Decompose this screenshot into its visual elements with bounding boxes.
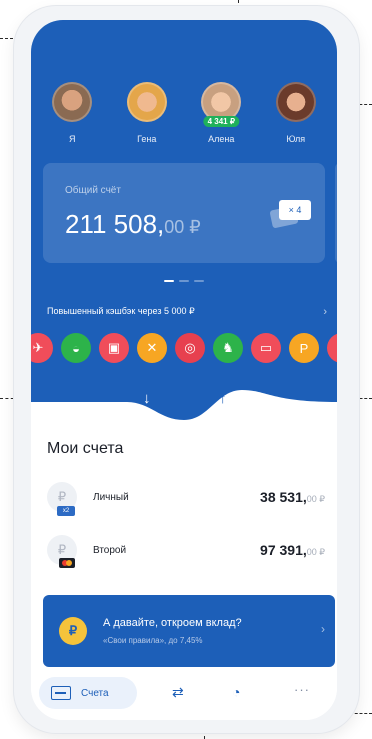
- avatar: [275, 82, 316, 122]
- bottom-tab-bar: Счета ⇄ ◔ ···: [31, 668, 337, 720]
- wave-divider: [31, 390, 337, 440]
- cashback-banner[interactable]: Повышенный кэшбэк через 5 000 ₽ ›: [47, 306, 327, 318]
- cashback-categories: ✈ ◒ ▣ ✕ ◎ ♞ ▭ P ▤: [31, 333, 337, 363]
- ruble-icon: ₽ x2: [47, 482, 77, 516]
- next-card-peek[interactable]: [335, 163, 337, 263]
- amount-cents: 00 ₽: [306, 547, 325, 557]
- contacts-row: Я Гена 4 341 ₽ Алена Юля: [31, 82, 337, 144]
- more-icon[interactable]: ···: [294, 682, 310, 697]
- deposit-promo-banner[interactable]: ₽ А давайте, откроем вклад? «Свои правил…: [43, 595, 335, 667]
- carousel-dot: [164, 280, 174, 282]
- contact-name: Гена: [137, 134, 157, 144]
- arrow-down-icon[interactable]: ↓: [143, 390, 151, 407]
- carousel-dot: [179, 280, 189, 282]
- tab-label: Счета: [81, 687, 109, 699]
- annotation-line: [350, 713, 372, 714]
- cards-stack-icon[interactable]: × 4: [269, 198, 311, 229]
- account-name: Личный: [93, 491, 129, 503]
- money-bag-icon: ₽: [59, 617, 87, 645]
- account-row-second[interactable]: ₽ Второй 97 391,00 ₽: [47, 533, 325, 568]
- contact-alena[interactable]: 4 341 ₽ Алена: [191, 82, 251, 144]
- promo-title: А давайте, откроем вклад?: [103, 617, 242, 629]
- app-screen: Я Гена 4 341 ₽ Алена Юля Общий счёт 211 …: [31, 20, 337, 720]
- amount-main: 38 531,: [260, 489, 307, 505]
- train-icon[interactable]: ▣: [99, 333, 129, 363]
- ruble-icon: ₽: [47, 535, 77, 568]
- monitor-icon[interactable]: ▭: [251, 333, 281, 363]
- transfers-icon[interactable]: ⇄: [172, 684, 184, 701]
- promo-subtitle: «Свои правила», до 7,45%: [103, 636, 203, 645]
- analytics-pie-icon[interactable]: ◔: [232, 684, 240, 700]
- contact-yulia[interactable]: Юля: [266, 82, 326, 144]
- account-amount: 38 531,00 ₽: [260, 489, 325, 505]
- cashback-text: Повышенный кэшбэк через 5 000 ₽: [47, 306, 195, 316]
- plane-icon[interactable]: ✈: [31, 333, 53, 363]
- parking-icon[interactable]: P: [289, 333, 319, 363]
- amount-cents: 00 ₽: [306, 494, 325, 504]
- account-label: Общий счёт: [65, 185, 121, 196]
- book-icon[interactable]: ▤: [327, 333, 337, 363]
- tab-accounts[interactable]: Счета: [39, 677, 137, 709]
- balance-cents: 00 ₽: [164, 217, 201, 237]
- avatar: [126, 82, 167, 122]
- amount-main: 97 391,: [260, 542, 307, 558]
- contact-me[interactable]: Я: [42, 82, 102, 144]
- contact-gena[interactable]: Гена: [117, 82, 177, 144]
- balance-main: 211 508,: [65, 209, 165, 239]
- section-title: Мои счета: [47, 440, 124, 457]
- burger-icon[interactable]: ◒: [61, 333, 91, 363]
- cards-count: × 4: [279, 200, 311, 220]
- carousel-indicator: [31, 280, 337, 282]
- lifebuoy-icon[interactable]: ◎: [175, 333, 205, 363]
- restaurant-icon[interactable]: ✕: [137, 333, 167, 363]
- arrow-up-icon[interactable]: ↑: [219, 390, 227, 407]
- card-icon: [51, 686, 71, 700]
- account-balance: 211 508,00 ₽: [65, 209, 201, 240]
- transfer-badge: 4 341 ₽: [203, 116, 239, 127]
- screenshot-stage: Я Гена 4 341 ₽ Алена Юля Общий счёт 211 …: [0, 0, 372, 739]
- account-row-personal[interactable]: ₽ x2 Личный 38 531,00 ₽: [47, 480, 325, 516]
- chevron-right-icon: ›: [323, 306, 327, 318]
- contact-name: Алена: [208, 134, 235, 144]
- contact-name: Юля: [286, 134, 306, 144]
- mastercard-icon: [59, 558, 75, 568]
- account-amount: 97 391,00 ₽: [260, 542, 325, 558]
- account-name: Второй: [93, 544, 127, 556]
- avatar: [52, 82, 93, 122]
- toy-horse-icon[interactable]: ♞: [213, 333, 243, 363]
- contact-name: Я: [69, 134, 76, 144]
- carousel-dot: [194, 280, 204, 282]
- card-tag: x2: [57, 506, 75, 516]
- chevron-right-icon: ›: [321, 622, 325, 636]
